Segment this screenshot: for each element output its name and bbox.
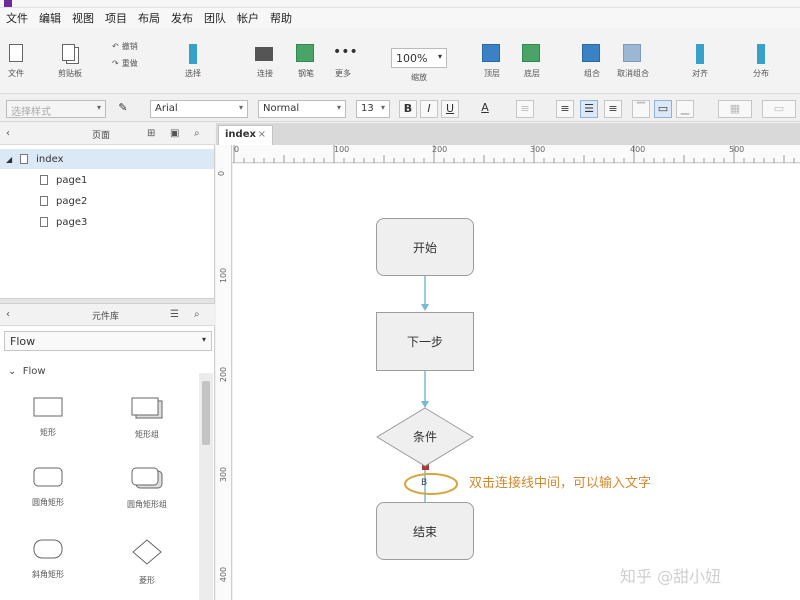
connector-arrow: [421, 304, 429, 311]
app-window: 文件 编辑 视图 项目 布局 发布 团队 帐户 帮助 文件 剪贴板 ↶ 撤销 ↷ 重…: [0, 0, 800, 600]
end-node[interactable]: 结束: [376, 502, 474, 560]
condition-node-label: 条件: [412, 430, 437, 444]
connector-label: B: [421, 478, 428, 488]
annotation-text: 双击连接线中间，可以输入文字: [469, 476, 652, 491]
start-node[interactable]: 开始: [376, 218, 474, 276]
highlight-ellipse: [404, 473, 458, 495]
next-step-node[interactable]: 下一步: [376, 312, 474, 371]
connector-arrow: [421, 401, 429, 408]
watermark: 知乎 @甜小妞: [620, 567, 722, 586]
